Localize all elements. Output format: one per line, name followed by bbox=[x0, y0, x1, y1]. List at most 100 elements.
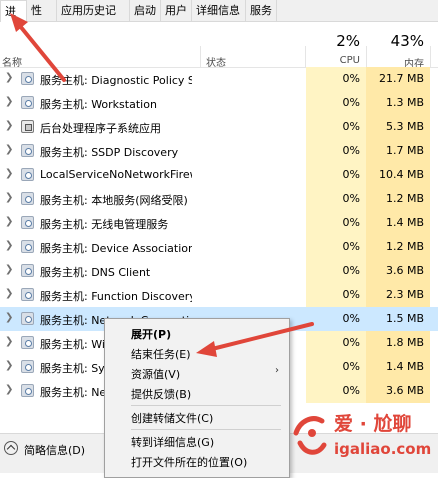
gear-icon bbox=[21, 144, 34, 157]
gear-icon bbox=[21, 192, 34, 205]
process-name: 服务主机: SSDP Discovery bbox=[40, 146, 179, 159]
process-name: 服务主机: 本地服务(网络受限) bbox=[40, 194, 188, 207]
chevron-right-icon[interactable]: ❯ bbox=[5, 144, 15, 156]
menu-item-label: 提供反馈(B) bbox=[131, 388, 192, 401]
memory-value: 10.4 MB bbox=[378, 168, 424, 181]
cpu-value: 0% bbox=[342, 264, 360, 277]
memory-value: 1.2 MB bbox=[385, 192, 424, 205]
memory-value: 1.8 MB bbox=[385, 336, 424, 349]
memory-value: 1.3 MB bbox=[385, 96, 424, 109]
chevron-right-icon[interactable]: ❯ bbox=[5, 360, 15, 372]
menu-item-feedback[interactable]: 提供反馈(B) bbox=[105, 383, 289, 403]
fewer-details-button[interactable]: 简略信息(D) bbox=[24, 442, 85, 458]
gear-icon bbox=[21, 384, 34, 397]
watermark-logo-icon bbox=[293, 416, 327, 455]
memory-value: 2.3 MB bbox=[385, 288, 424, 301]
memory-value: 21.7 MB bbox=[378, 72, 424, 85]
table-row[interactable]: ❯ LocalServiceNoNetworkFirew... 0% 10.4 … bbox=[0, 163, 438, 187]
menu-separator bbox=[131, 405, 281, 406]
process-name: 服务主机: Function Discovery ... bbox=[40, 290, 192, 303]
tab-users[interactable]: 用户 bbox=[161, 0, 192, 22]
chevron-right-icon[interactable]: ❯ bbox=[5, 216, 15, 228]
annotation-arrow-end-task bbox=[196, 322, 314, 357]
menu-separator bbox=[131, 429, 281, 430]
cpu-value: 0% bbox=[342, 216, 360, 229]
cpu-value: 0% bbox=[342, 312, 360, 325]
gear-icon bbox=[21, 288, 34, 301]
chevron-right-icon[interactable]: ❯ bbox=[5, 264, 15, 276]
cpu-value: 0% bbox=[342, 120, 360, 133]
cpu-value: 0% bbox=[342, 144, 360, 157]
chevron-right-icon[interactable]: ❯ bbox=[5, 288, 15, 300]
chevron-right-icon[interactable]: ❯ bbox=[5, 312, 15, 324]
table-row[interactable]: ❯ 服务主机: Workstation 0% 1.3 MB bbox=[0, 91, 438, 115]
menu-item-label: 转到详细信息(G) bbox=[131, 436, 215, 449]
tab-services[interactable]: 服务 bbox=[246, 0, 277, 22]
annotation-arrow-tab bbox=[10, 13, 66, 82]
menu-item-label: 结束任务(E) bbox=[131, 348, 191, 361]
cpu-total[interactable]: 2% bbox=[306, 32, 360, 50]
gear-icon bbox=[21, 168, 34, 181]
chevron-right-icon[interactable]: ❯ bbox=[5, 384, 15, 396]
cpu-value: 0% bbox=[342, 288, 360, 301]
gear-icon bbox=[21, 96, 34, 109]
cpu-value: 0% bbox=[342, 72, 360, 85]
column-divider bbox=[430, 46, 431, 68]
watermark: 爱 · 尬聊 igaliao.com bbox=[290, 405, 438, 473]
menu-item-open-file-location[interactable]: 打开文件所在的位置(O) bbox=[105, 451, 289, 471]
cpu-value: 0% bbox=[342, 360, 360, 373]
menu-item-label: 资源值(V) bbox=[131, 368, 181, 381]
memory-total[interactable]: 43% bbox=[366, 32, 424, 50]
gear-icon bbox=[21, 264, 34, 277]
gear-icon bbox=[21, 312, 34, 325]
table-row[interactable]: ❯ 服务主机: 无线电管理服务 0% 1.4 MB bbox=[0, 211, 438, 235]
cpu-value: 0% bbox=[342, 384, 360, 397]
memory-value: 3.6 MB bbox=[385, 264, 424, 277]
process-name: LocalServiceNoNetworkFirew... bbox=[40, 168, 192, 181]
table-row[interactable]: ❯ 服务主机: SSDP Discovery 0% 1.7 MB bbox=[0, 139, 438, 163]
memory-value: 5.3 MB bbox=[385, 120, 424, 133]
cpu-value: 0% bbox=[342, 192, 360, 205]
chevron-right-icon[interactable]: ❯ bbox=[5, 336, 15, 348]
table-row[interactable]: ❯ 后台处理程序子系统应用 0% 5.3 MB bbox=[0, 115, 438, 139]
menu-item-label: 展开(P) bbox=[131, 328, 172, 341]
memory-value: 1.4 MB bbox=[385, 360, 424, 373]
memory-value: 1.7 MB bbox=[385, 144, 424, 157]
tab-details[interactable]: 详细信息 bbox=[192, 0, 246, 22]
memory-value: 1.5 MB bbox=[385, 312, 424, 325]
cpu-value: 0% bbox=[342, 240, 360, 253]
process-name: 服务主机: DNS Client bbox=[40, 266, 151, 279]
chevron-right-icon[interactable]: ❯ bbox=[5, 96, 15, 108]
gear-icon bbox=[21, 360, 34, 373]
cpu-value: 0% bbox=[342, 96, 360, 109]
memory-value: 1.4 MB bbox=[385, 216, 424, 229]
menu-item-label: 打开文件所在的位置(O) bbox=[131, 456, 248, 469]
chevron-right-icon[interactable]: ❯ bbox=[5, 192, 15, 204]
table-row[interactable]: ❯ 服务主机: Function Discovery ... 0% 2.3 MB bbox=[0, 283, 438, 307]
tab-startup[interactable]: 启动 bbox=[130, 0, 161, 22]
gear-icon bbox=[21, 216, 34, 229]
process-name: 后台处理程序子系统应用 bbox=[40, 122, 161, 135]
menu-item-go-to-details[interactable]: 转到详细信息(G) bbox=[105, 431, 289, 451]
collapse-up-icon[interactable] bbox=[4, 441, 18, 455]
chevron-right-icon[interactable]: ❯ bbox=[5, 120, 15, 132]
menu-item-label: 创建转储文件(C) bbox=[131, 412, 214, 425]
watermark-url: igaliao.com bbox=[334, 440, 432, 458]
memory-value: 1.2 MB bbox=[385, 240, 424, 253]
column-cpu-header[interactable]: CPU bbox=[306, 55, 360, 66]
table-row[interactable]: ❯ 服务主机: DNS Client 0% 3.6 MB bbox=[0, 259, 438, 283]
table-row[interactable]: ❯ 服务主机: Device Association ... 0% 1.2 MB bbox=[0, 235, 438, 259]
chevron-right-icon[interactable]: ❯ bbox=[5, 168, 15, 180]
memory-value: 3.6 MB bbox=[385, 384, 424, 397]
process-name: 服务主机: 无线电管理服务 bbox=[40, 218, 169, 231]
cpu-value: 0% bbox=[342, 336, 360, 349]
gear-icon bbox=[21, 336, 34, 349]
process-name: 服务主机: Device Association ... bbox=[40, 242, 192, 255]
process-name: 服务主机: Workstation bbox=[40, 98, 157, 111]
table-row[interactable]: ❯ 服务主机: 本地服务(网络受限) 0% 1.2 MB bbox=[0, 187, 438, 211]
watermark-title: 爱 · 尬聊 bbox=[334, 413, 412, 435]
gear-icon bbox=[21, 240, 34, 253]
chevron-right-icon[interactable]: ❯ bbox=[5, 240, 15, 252]
cpu-value: 0% bbox=[342, 168, 360, 181]
menu-item-create-dump[interactable]: 创建转储文件(C) bbox=[105, 407, 289, 427]
